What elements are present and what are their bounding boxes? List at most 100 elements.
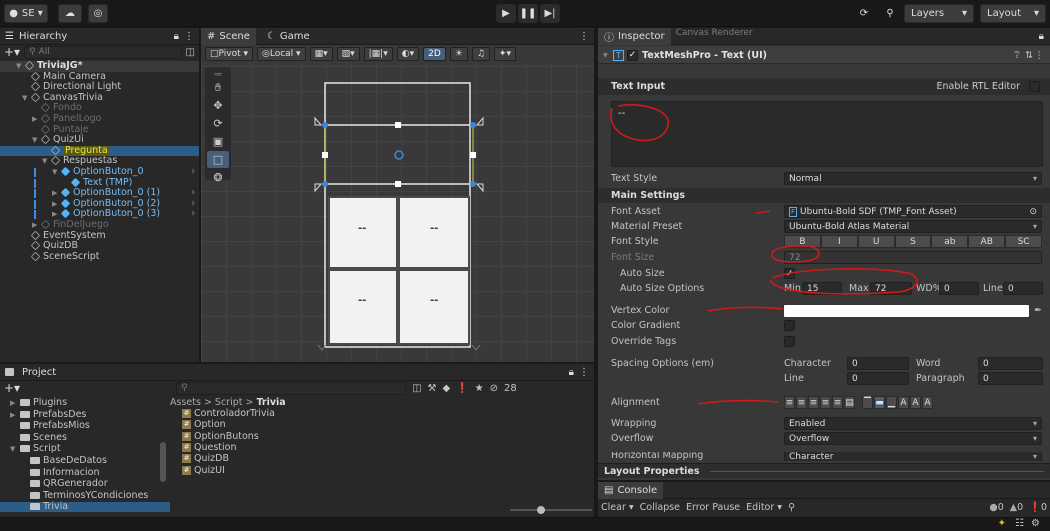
collapse-button[interactable]: Collapse [640, 502, 680, 513]
text-style-dropdown[interactable]: Normal [784, 172, 1042, 185]
paragraph-field[interactable]: 0 [978, 372, 1043, 385]
tab-game[interactable]: ☾ Game [261, 28, 316, 45]
horizontal-mapping-dropdown[interactable]: Character [784, 452, 1042, 461]
font-style-button-u[interactable]: U [857, 235, 895, 248]
font-style-button-ab[interactable]: ab [931, 235, 969, 248]
align-center-icon[interactable]: ≡ [796, 396, 807, 409]
auto-size-checkbox[interactable]: ✓ [784, 268, 795, 279]
chevron-right-icon[interactable]: ▶ [10, 410, 15, 420]
hierarchy-row[interactable]: ▼ CanvasTrivia [0, 92, 199, 104]
more-icon[interactable]: ⋮ [579, 367, 589, 378]
chevron-down-icon[interactable]: ▼ [22, 93, 31, 104]
word-field[interactable]: 0 [978, 357, 1043, 370]
error-toggle[interactable]: ❗0 [1029, 502, 1047, 513]
breadcrumb-trivia[interactable]: Trivia [256, 397, 285, 408]
zoom-slider-thumb[interactable] [537, 506, 545, 514]
zoom-slider[interactable] [510, 509, 592, 511]
character-field[interactable]: 0 [847, 357, 909, 370]
chevron-down-icon[interactable]: ▼ [16, 61, 25, 72]
font-style-button-s[interactable]: S [894, 235, 932, 248]
chevron-right-icon[interactable]: ▶ [52, 199, 61, 210]
more-icon[interactable]: ⋮ [579, 31, 589, 42]
filter-by-type-icon[interactable]: ◫ [412, 383, 421, 394]
audio-toggle[interactable]: ♫ [471, 46, 490, 61]
script-file-item[interactable]: # QuizUI [182, 465, 225, 476]
component-enabled-checkbox[interactable]: ✓ [627, 49, 638, 61]
add-icon[interactable]: +▾ [4, 45, 20, 59]
eyedropper-icon[interactable]: ✒ [1034, 305, 1042, 316]
align-geometry-icon[interactable]: ▤ [844, 396, 855, 409]
network-icon[interactable]: ☷ [1015, 518, 1024, 529]
project-folder-item[interactable]: ▶ PrefabsDes [10, 409, 160, 420]
lighting-toggle[interactable]: ☀ [449, 46, 468, 61]
chevron-down-icon[interactable]: ▼ [10, 444, 15, 454]
chevron-right-icon[interactable]: ▶ [32, 220, 41, 231]
more-icon[interactable]: ⋮ [1035, 50, 1045, 61]
chevron-down-icon[interactable]: ▼ [32, 135, 41, 146]
vertex-color-swatch[interactable] [784, 304, 1029, 317]
script-file-item[interactable]: # OptionButons [182, 431, 259, 442]
lock-icon[interactable]: 🔒︎ [569, 367, 574, 378]
align-justify-icon[interactable]: ≡ [820, 396, 831, 409]
font-style-button-ab[interactable]: AB [968, 235, 1006, 248]
editor-dropdown[interactable]: Editor ▾ [746, 502, 782, 513]
cache-icon[interactable]: ⚙ [1031, 518, 1040, 529]
lighting-build-icon[interactable]: ✦ [998, 518, 1006, 529]
draw-mode-button[interactable]: ◐▾ [396, 46, 420, 61]
star-icon[interactable]: ★ [475, 383, 484, 394]
font-size-field[interactable]: 72 [784, 251, 1042, 264]
min-field[interactable]: 15 [802, 282, 842, 295]
color-gradient-checkbox[interactable] [784, 320, 795, 331]
line-spacing-field[interactable]: 0 [847, 372, 909, 385]
add-icon[interactable]: +▾ [4, 381, 20, 395]
chevron-down-icon[interactable]: ▼ [42, 156, 51, 167]
wd-field[interactable]: 0 [939, 282, 979, 295]
hidden-packages-icon[interactable]: ⊘ [490, 383, 498, 394]
history-button[interactable]: ⟳ [854, 4, 874, 23]
project-title[interactable]: Project [22, 367, 56, 378]
layout-dropdown[interactable]: Layout ▾ [980, 4, 1046, 23]
tab-inspector[interactable]: ⓘ Inspector [598, 27, 671, 45]
hierarchy-row[interactable]: EventSystem [0, 230, 199, 242]
project-folder-item[interactable]: TerminosYCondiciones [30, 490, 160, 501]
align-button[interactable]: |▦|▾ [363, 46, 393, 61]
info-toggle[interactable]: ●0 [989, 502, 1003, 513]
script-file-item[interactable]: # QuizDB [182, 454, 229, 464]
align-left-icon[interactable]: ≡ [784, 396, 795, 409]
font-asset-field[interactable]: F Ubuntu-Bold SDF (TMP_Font Asset) ⊙ [784, 205, 1042, 218]
filter-by-label-icon[interactable]: ⚒ [428, 383, 437, 394]
tree-scrollbar[interactable] [160, 442, 166, 482]
open-prefab-icon[interactable]: › [191, 166, 195, 178]
scene-viewport[interactable]: ═ ✋︎ ✥ ⟳ ▣ □ ❂ -- -- -- -- [201, 63, 594, 362]
line-field[interactable]: 0 [1003, 282, 1043, 295]
tab-scene[interactable]: # Scene [201, 27, 256, 45]
font-style-button-i[interactable]: I [820, 235, 858, 248]
lock-icon[interactable]: 🔒︎ [1039, 31, 1044, 42]
project-search[interactable]: ⚲ [176, 381, 407, 395]
tab-console[interactable]: ▤ Console [598, 481, 664, 499]
project-folder-item[interactable]: Trivia [0, 502, 170, 513]
pivot-dropdown[interactable]: □ Pivot ▾ [205, 46, 253, 61]
project-folder-item[interactable]: BaseDeDatos [30, 456, 160, 466]
hierarchy-search[interactable]: ⚲ All [24, 45, 182, 59]
override-tags-checkbox[interactable] [784, 336, 795, 347]
align-right-icon[interactable]: ≡ [808, 396, 819, 409]
project-folder-item[interactable]: Scenes [20, 432, 160, 443]
warning-filter-icon[interactable]: ❗ [456, 383, 468, 394]
enable-rtl-checkbox[interactable] [1029, 81, 1040, 92]
script-file-item[interactable]: # Option [182, 420, 226, 430]
clear-button[interactable]: Clear ▾ [601, 502, 634, 513]
font-style-button-b[interactable]: B [784, 235, 821, 248]
search-icon[interactable]: ⚲ [788, 502, 795, 513]
tag-icon[interactable]: ◆ [443, 383, 451, 394]
effects-toggle[interactable]: ✦▾ [493, 46, 516, 61]
hierarchy-row[interactable]: ▼ OptionButon_0 › [0, 166, 199, 178]
align-middle-icon[interactable]: ▬ [874, 396, 885, 409]
text-input-area[interactable]: -- [611, 101, 1043, 167]
cloud-button[interactable]: ☁ [58, 4, 82, 23]
filter-icon[interactable]: ◫ [186, 47, 195, 58]
project-folder-item[interactable]: ▶ Plugins [10, 398, 160, 408]
overflow-dropdown[interactable]: Overflow [784, 432, 1042, 445]
hierarchy-row[interactable]: SceneScript [0, 251, 199, 263]
warning-toggle[interactable]: ▲0 [1010, 502, 1023, 513]
